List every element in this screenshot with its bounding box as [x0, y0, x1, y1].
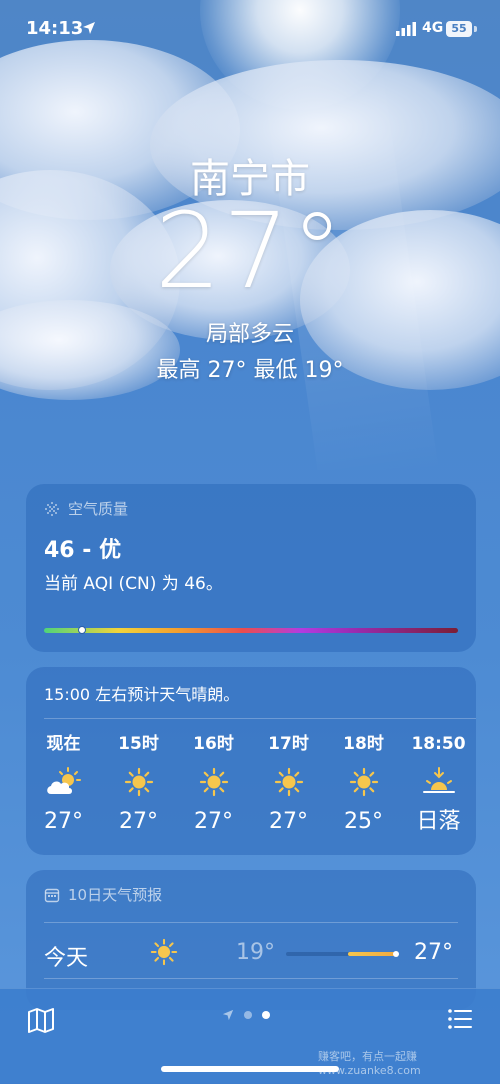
hour-label: 17时: [268, 734, 309, 754]
hourly-summary: 15:00 左右预计天气晴朗。: [44, 685, 240, 704]
hour-label: 15时: [118, 734, 159, 754]
aqi-scale-bar: [44, 626, 458, 634]
page-dot-active: [262, 1011, 270, 1019]
partly-cloudy-icon: [46, 767, 81, 794]
hourly-list[interactable]: 现在 27° 15时 27° 16时 27° 17时 27° 18时 25° 1…: [26, 731, 476, 837]
sun-icon: [349, 767, 378, 797]
hour-item: 18时 25°: [326, 731, 401, 837]
hour-item: 现在 27°: [26, 731, 101, 837]
hour-temperature: 27°: [119, 809, 158, 834]
home-indicator[interactable]: [161, 1066, 339, 1072]
status-time: 14:13: [26, 18, 84, 39]
forecast-high: 27°: [414, 940, 453, 965]
hour-label: 16时: [193, 734, 234, 754]
weather-condition: 局部多云: [205, 322, 294, 347]
temperature-range-fill: [347, 952, 396, 956]
map-icon[interactable]: [26, 1005, 56, 1035]
watermark: 赚客吧，有点一起赚 www.zuanke8.com: [318, 1050, 421, 1077]
current-temperature: 27°: [154, 190, 346, 312]
network-label: 4G: [422, 20, 444, 36]
calendar-icon: [44, 888, 60, 902]
current-temperature-dot: [392, 951, 399, 957]
location-arrow-icon: [83, 22, 95, 34]
hour-temperature: 日落: [416, 809, 461, 834]
aqi-description: 当前 AQI (CN) 为 46。: [44, 574, 223, 594]
air-quality-title: 空气质量: [68, 500, 129, 518]
forecast-header: 10日天气预报: [44, 884, 162, 905]
air-quality-header: 空气质量: [44, 498, 128, 519]
forecast-title: 10日天气预报: [68, 886, 163, 904]
hour-label: 18时: [343, 734, 384, 754]
hour-temperature: 27°: [194, 809, 233, 834]
aqi-indicator: [78, 626, 87, 634]
sun-icon: [150, 938, 178, 966]
hour-temperature: 25°: [344, 809, 383, 834]
city-list-icon[interactable]: [446, 1005, 474, 1033]
page-indicator[interactable]: [222, 1009, 270, 1021]
hour-item: 15时 27°: [101, 731, 176, 837]
sunset-icon: [422, 767, 455, 793]
hour-label: 现在: [46, 734, 81, 754]
location-arrow-icon: [222, 1009, 234, 1021]
forecast-low: 19°: [236, 940, 275, 965]
hour-item: 17时 27°: [251, 731, 326, 837]
air-quality-card[interactable]: 空气质量 46 - 优 当前 AQI (CN) 为 46。: [26, 484, 476, 652]
hour-item: 18:50 日落: [401, 731, 476, 837]
sun-icon: [199, 767, 228, 797]
hourly-forecast-card[interactable]: 15:00 左右预计天气晴朗。 现在 27° 15时 27° 16时 27° 1…: [26, 667, 476, 855]
sun-icon: [124, 767, 153, 797]
high-low-temperature: 最高 27° 最低 19°: [156, 358, 344, 383]
battery-icon: 55: [446, 21, 472, 37]
hour-temperature: 27°: [269, 809, 308, 834]
status-bar: 14:13 4G 55: [0, 0, 500, 60]
page-dot: [244, 1011, 252, 1019]
sun-icon: [274, 767, 303, 797]
hour-item: 16时 27°: [176, 731, 251, 837]
forecast-row[interactable]: 今天 19° 27°: [44, 928, 458, 978]
forecast-day: 今天: [44, 946, 89, 971]
signal-icon: [396, 22, 416, 36]
hour-temperature: 27°: [44, 809, 83, 834]
temperature-range-bar: [286, 951, 399, 957]
hour-label: 18:50: [411, 734, 466, 754]
air-quality-icon: [45, 501, 59, 516]
aqi-value: 46 - 优: [44, 538, 122, 563]
